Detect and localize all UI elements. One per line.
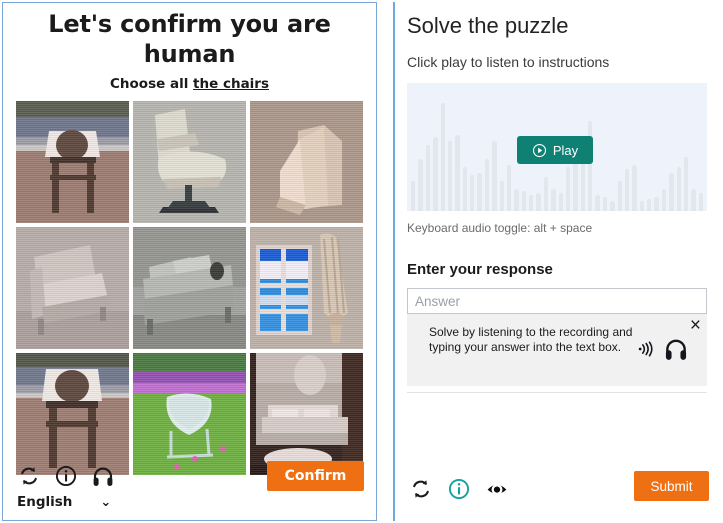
waveform-bar [632, 165, 637, 211]
image-tile[interactable] [250, 353, 363, 475]
image-tile[interactable] [16, 227, 129, 349]
refresh-icon[interactable] [409, 477, 433, 501]
chevron-down-icon: ⌄ [100, 494, 112, 510]
waveform-bar [411, 181, 416, 211]
audio-captcha-panel: Solve the puzzle Click play to listen to… [393, 2, 721, 521]
waveform-bar [639, 201, 644, 211]
waveform-bar [691, 189, 696, 211]
image-tile[interactable] [250, 227, 363, 349]
language-label: English [17, 494, 73, 510]
waveform-bar [624, 169, 630, 211]
waveform-bar [647, 199, 652, 211]
tile-noise-overlay [250, 101, 363, 223]
waveform-bar [470, 175, 475, 211]
waveform-bar [698, 193, 703, 211]
waveform-bar [551, 189, 556, 211]
image-tile[interactable] [250, 101, 363, 223]
tooltip-close-button[interactable]: × [690, 316, 701, 335]
eye-icon[interactable] [485, 477, 509, 501]
audio-waveform-player: Play [407, 83, 707, 211]
submit-button[interactable]: Submit [634, 471, 709, 501]
image-tile[interactable] [133, 227, 246, 349]
waveform-bar [558, 193, 563, 211]
waveform-bar [433, 137, 438, 211]
challenge-instruction: Choose all the chairs [3, 76, 376, 93]
waveform-bar [506, 165, 512, 211]
tooltip-icon-row [635, 336, 689, 362]
waveform-bar [683, 157, 689, 211]
waveform-bar [669, 173, 674, 211]
waveform-bar [617, 181, 622, 211]
tile-noise-overlay [133, 101, 246, 223]
tile-noise-overlay [16, 353, 129, 475]
waveform-bar [484, 159, 490, 211]
waveform-bar [602, 197, 608, 211]
waveform-bar [418, 159, 423, 211]
waveform-bar [440, 103, 445, 211]
waveform-bar [492, 141, 497, 211]
tooltip-text: Solve by listening to the recording and … [429, 325, 633, 354]
waveform-bar [580, 161, 585, 211]
puzzle-title: Solve the puzzle [407, 13, 569, 38]
waveform-bar [462, 167, 467, 211]
left-panel-icon-row [17, 464, 115, 488]
instruction-target: the chairs [193, 76, 269, 92]
sound-waves-icon [638, 341, 653, 357]
waveform-bar [543, 177, 549, 211]
image-tile[interactable] [16, 353, 129, 475]
puzzle-subtitle: Click play to listen to instructions [407, 54, 610, 70]
tile-noise-overlay [16, 227, 129, 349]
left-panel-footer: English ⌄ Confirm [3, 458, 376, 520]
waveform-bar [455, 135, 460, 211]
tooltip-panel: Solve by listening to the recording and … [407, 314, 707, 386]
waveform-bar [499, 181, 504, 211]
waveform-bar [536, 193, 541, 211]
play-button-label: Play [552, 142, 579, 158]
right-panel-footer: Submit [395, 467, 721, 513]
waveform-bar [514, 189, 519, 211]
waveform-bar [447, 141, 453, 211]
waveform-bar [661, 189, 667, 211]
waveform-bar [425, 145, 431, 211]
image-tile[interactable] [16, 101, 129, 223]
image-tile[interactable] [133, 353, 246, 475]
waveform-bar [529, 195, 534, 211]
headphones-icon [665, 339, 687, 360]
tile-noise-overlay [250, 227, 363, 349]
info-icon[interactable] [447, 477, 471, 501]
play-circle-icon [532, 143, 546, 157]
info-icon[interactable] [54, 464, 78, 488]
image-captcha-panel: Let's confirm you are human Choose all t… [2, 2, 377, 521]
image-tile-grid [16, 101, 363, 475]
image-tile[interactable] [133, 101, 246, 223]
waveform-bar [676, 167, 681, 211]
captcha-comparison-screenshot: Let's confirm you are human Choose all t… [0, 0, 723, 523]
answer-input[interactable] [407, 288, 707, 314]
waveform-bar [477, 173, 482, 211]
response-heading: Enter your response [407, 261, 553, 278]
headphones-icon[interactable] [91, 464, 115, 488]
keyboard-hint: Keyboard audio toggle: alt + space [407, 221, 593, 235]
waveform-bar [595, 195, 600, 211]
confirm-button[interactable]: Confirm [267, 461, 364, 491]
tile-noise-overlay [133, 227, 246, 349]
right-panel-icon-row [409, 477, 509, 501]
tile-noise-overlay [16, 101, 129, 223]
waveform-bar [654, 197, 659, 211]
refresh-icon[interactable] [17, 464, 41, 488]
waveform-bar [610, 201, 615, 211]
footer-divider [407, 392, 707, 393]
instruction-prefix: Choose all [110, 76, 194, 92]
tile-noise-overlay [133, 353, 246, 475]
play-button[interactable]: Play [517, 136, 593, 164]
language-selector[interactable]: English ⌄ [17, 494, 111, 510]
waveform-bar [588, 121, 593, 211]
waveform-bar [521, 191, 526, 211]
tile-noise-overlay [250, 353, 363, 475]
waveform-bar [565, 167, 571, 211]
page-title: Let's confirm you are human [48, 10, 331, 68]
